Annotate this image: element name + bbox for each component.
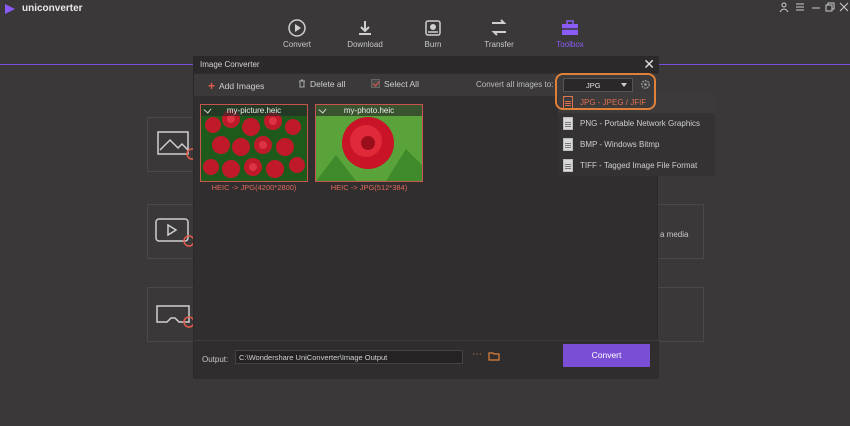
image-caption: HEIC -> JPG(512*384)	[330, 183, 408, 192]
nav-toolbox[interactable]: Toolbox	[535, 18, 605, 54]
nav-convert-label: Convert	[282, 40, 311, 49]
format-option-label: TIFF - Tagged Image File Format	[580, 161, 698, 170]
bg-card-right-2	[656, 287, 704, 342]
video-icon	[155, 218, 194, 247]
format-option-bmp[interactable]: BMP - Windows Bitmp	[558, 134, 715, 155]
format-option-png[interactable]: PNG - Portable Network Graphics	[558, 113, 715, 134]
file-icon	[563, 138, 573, 151]
restore-icon[interactable]	[823, 2, 837, 15]
nav-transfer-label: Transfer	[484, 40, 514, 49]
image-card[interactable]: my-picture.heic	[200, 104, 308, 182]
plus-icon: +	[208, 79, 216, 93]
select-all-label: Select All	[384, 79, 419, 89]
checkbox-checked-icon	[371, 79, 380, 88]
add-images-label: Add Images	[219, 81, 265, 91]
nav-transfer[interactable]: Transfer	[464, 18, 534, 54]
image-card[interactable]: my-photo.heic	[315, 104, 423, 182]
output-label: Output:	[202, 355, 229, 364]
folder-icon[interactable]	[488, 351, 500, 361]
bg-card-video-tool	[147, 204, 197, 259]
image-thumbnail-roses	[201, 105, 307, 181]
output-path-field[interactable]: C:\Wondershare UniConverter\Image Output	[235, 350, 463, 364]
bg-card-image-converter	[147, 117, 197, 172]
delete-all-button[interactable]: Delete all	[298, 79, 345, 89]
image-thumbnail-rose	[316, 105, 422, 181]
nav-download[interactable]: Download	[330, 18, 400, 54]
nav-convert[interactable]: Convert	[262, 18, 332, 54]
nav-burn[interactable]: Burn	[398, 18, 468, 54]
bg-card-text: a media	[660, 230, 689, 239]
menu-icon[interactable]	[793, 2, 807, 15]
toolbox-icon	[562, 20, 578, 35]
image-icon	[157, 131, 196, 160]
dialog-header: Image Converter ✕	[194, 56, 659, 73]
convert-button[interactable]: Convert	[563, 344, 650, 367]
convert-all-label: Convert all images to:	[476, 80, 554, 89]
app-logo-icon	[5, 4, 15, 14]
nav-burn-label: Burn	[424, 40, 442, 49]
trash-icon	[299, 79, 305, 88]
image-caption: HEIC -> JPG(4200*2800)	[211, 183, 297, 192]
close-icon[interactable]	[837, 2, 850, 15]
transfer-icon	[491, 19, 507, 36]
add-images-button[interactable]: + Add Images	[208, 79, 264, 93]
format-option-label: PNG - Portable Network Graphics	[580, 119, 701, 128]
nav-download-label: Download	[347, 40, 383, 49]
image-filename: my-photo.heic	[316, 105, 422, 116]
delete-all-label: Delete all	[310, 79, 346, 89]
file-icon	[563, 159, 573, 172]
download-icon	[359, 21, 371, 35]
format-option-label: BMP - Windows Bitmp	[580, 140, 660, 149]
nav-toolbox-label: Toolbox	[556, 40, 584, 49]
file-icon	[563, 117, 573, 130]
bg-card-vr-converter	[147, 287, 197, 342]
output-bar: Output: C:\Wondershare UniConverter\Imag…	[194, 340, 659, 379]
app-title: uniconverter	[22, 3, 83, 14]
format-select-highlight	[555, 73, 656, 110]
vr-icon	[156, 305, 195, 328]
dialog-close-icon[interactable]: ✕	[643, 56, 655, 73]
burn-icon	[425, 20, 441, 36]
title-bar: uniconverter	[0, 0, 850, 18]
browse-more-button[interactable]: ⋯	[472, 349, 482, 360]
user-icon[interactable]	[777, 2, 791, 15]
dialog-title: Image Converter	[200, 60, 260, 69]
image-filename: my-picture.heic	[201, 105, 307, 116]
minimize-icon[interactable]	[809, 2, 823, 15]
format-option-tiff[interactable]: TIFF - Tagged Image File Format	[558, 155, 715, 176]
select-all-checkbox[interactable]: Select All	[371, 79, 419, 89]
convert-icon	[288, 19, 306, 37]
bg-card-right-1: a media	[656, 204, 704, 259]
